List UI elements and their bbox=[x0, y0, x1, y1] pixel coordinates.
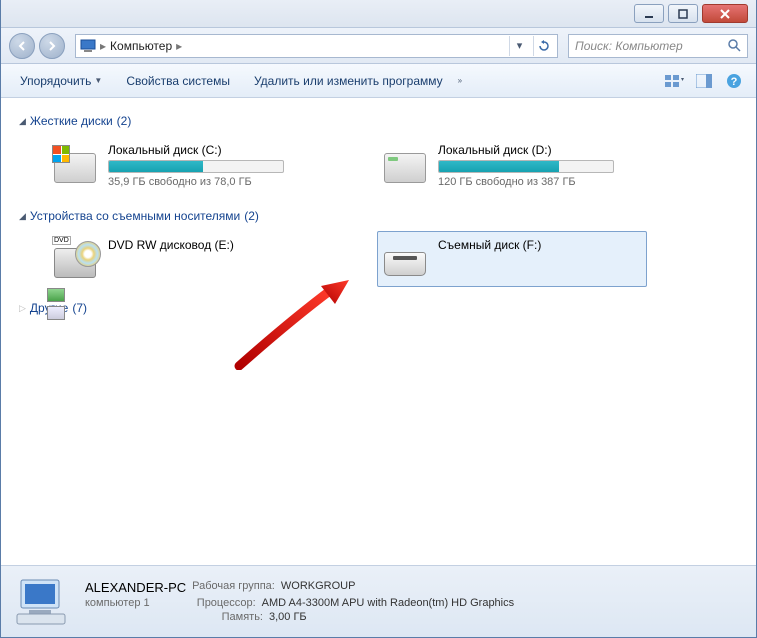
explorer-window: ▸ Компьютер ▸ ▾ Поиск: Компьютер Упорядо… bbox=[0, 0, 757, 638]
maximize-button[interactable] bbox=[668, 4, 698, 23]
forward-button[interactable] bbox=[39, 33, 65, 59]
close-button[interactable] bbox=[702, 4, 748, 23]
details-pane: ALEXANDER-PC Рабочая группа: WORKGROUP к… bbox=[1, 565, 756, 637]
annotation-arrow bbox=[231, 280, 351, 370]
status-computer-name: ALEXANDER-PC bbox=[85, 580, 186, 595]
uninstall-program-button[interactable]: Удалить или изменить программу bbox=[245, 69, 452, 93]
system-properties-button[interactable]: Свойства системы bbox=[117, 69, 239, 93]
hdd-icon bbox=[384, 143, 426, 185]
drive-removable-f[interactable]: Съемный диск (F:) bbox=[377, 231, 647, 287]
drive-c[interactable]: Локальный диск (C:) 35,9 ГБ свободно из … bbox=[47, 136, 317, 195]
content-area: ◢ Жесткие диски (2) Локальный диск (C:) … bbox=[1, 98, 756, 565]
group-other[interactable]: ▷ Другие (7) bbox=[19, 301, 738, 315]
preview-pane-button[interactable] bbox=[692, 69, 716, 93]
drive-d[interactable]: Локальный диск (D:) 120 ГБ свободно из 3… bbox=[377, 136, 647, 195]
status-workgroup: WORKGROUP bbox=[281, 580, 356, 595]
history-dropdown-icon[interactable]: ▾ bbox=[509, 36, 529, 56]
chevron-down-icon: ▼ bbox=[94, 76, 102, 85]
removable-drive-icon bbox=[384, 238, 426, 280]
search-icon bbox=[728, 39, 741, 52]
drive-dvd-e[interactable]: DVD DVD RW дисковод (E:) bbox=[47, 231, 317, 287]
search-placeholder: Поиск: Компьютер bbox=[575, 39, 683, 53]
back-button[interactable] bbox=[9, 33, 35, 59]
organize-button[interactable]: Упорядочить▼ bbox=[11, 69, 111, 93]
minimize-button[interactable] bbox=[634, 4, 664, 23]
navbar: ▸ Компьютер ▸ ▾ Поиск: Компьютер bbox=[1, 28, 756, 64]
computer-icon bbox=[80, 39, 96, 53]
search-input[interactable]: Поиск: Компьютер bbox=[568, 34, 748, 58]
group-hard-drives[interactable]: ◢ Жесткие диски (2) bbox=[19, 114, 738, 128]
breadcrumb-separator: ▸ bbox=[176, 39, 182, 53]
toolbar: Упорядочить▼ Свойства системы Удалить ил… bbox=[1, 64, 756, 98]
status-memory: 3,00 ГБ bbox=[269, 611, 307, 623]
titlebar bbox=[1, 0, 756, 28]
svg-text:?: ? bbox=[731, 76, 738, 88]
drive-label: Локальный диск (D:) bbox=[438, 143, 640, 157]
capacity-bar bbox=[438, 160, 614, 173]
collapse-icon: ◢ bbox=[19, 116, 26, 127]
drive-label: Локальный диск (C:) bbox=[108, 143, 310, 157]
breadcrumb-separator: ▸ bbox=[100, 39, 106, 53]
drive-label: DVD RW дисковод (E:) bbox=[108, 238, 310, 252]
drive-stat: 35,9 ГБ свободно из 78,0 ГБ bbox=[108, 176, 310, 188]
group-removable[interactable]: ◢ Устройства со съемными носителями (2) bbox=[19, 209, 738, 223]
overlay-icons bbox=[47, 288, 65, 320]
expand-icon: ▷ bbox=[19, 303, 26, 314]
address-bar[interactable]: ▸ Компьютер ▸ ▾ bbox=[75, 34, 558, 58]
drive-label: Съемный диск (F:) bbox=[438, 238, 640, 252]
capacity-bar bbox=[108, 160, 284, 173]
dvd-drive-icon: DVD bbox=[54, 238, 96, 280]
computer-large-icon bbox=[15, 574, 71, 630]
help-button[interactable]: ? bbox=[722, 69, 746, 93]
breadcrumb-location[interactable]: Компьютер bbox=[110, 39, 172, 53]
hdd-os-icon bbox=[54, 143, 96, 185]
refresh-icon[interactable] bbox=[533, 36, 553, 56]
toolbar-overflow-icon[interactable]: » bbox=[458, 76, 462, 85]
status-cpu: AMD A4-3300M APU with Radeon(tm) HD Grap… bbox=[262, 597, 514, 609]
status-domain: компьютер 1 bbox=[85, 597, 150, 609]
view-mode-button[interactable] bbox=[662, 69, 686, 93]
drive-stat: 120 ГБ свободно из 387 ГБ bbox=[438, 176, 640, 188]
collapse-icon: ◢ bbox=[19, 211, 26, 222]
